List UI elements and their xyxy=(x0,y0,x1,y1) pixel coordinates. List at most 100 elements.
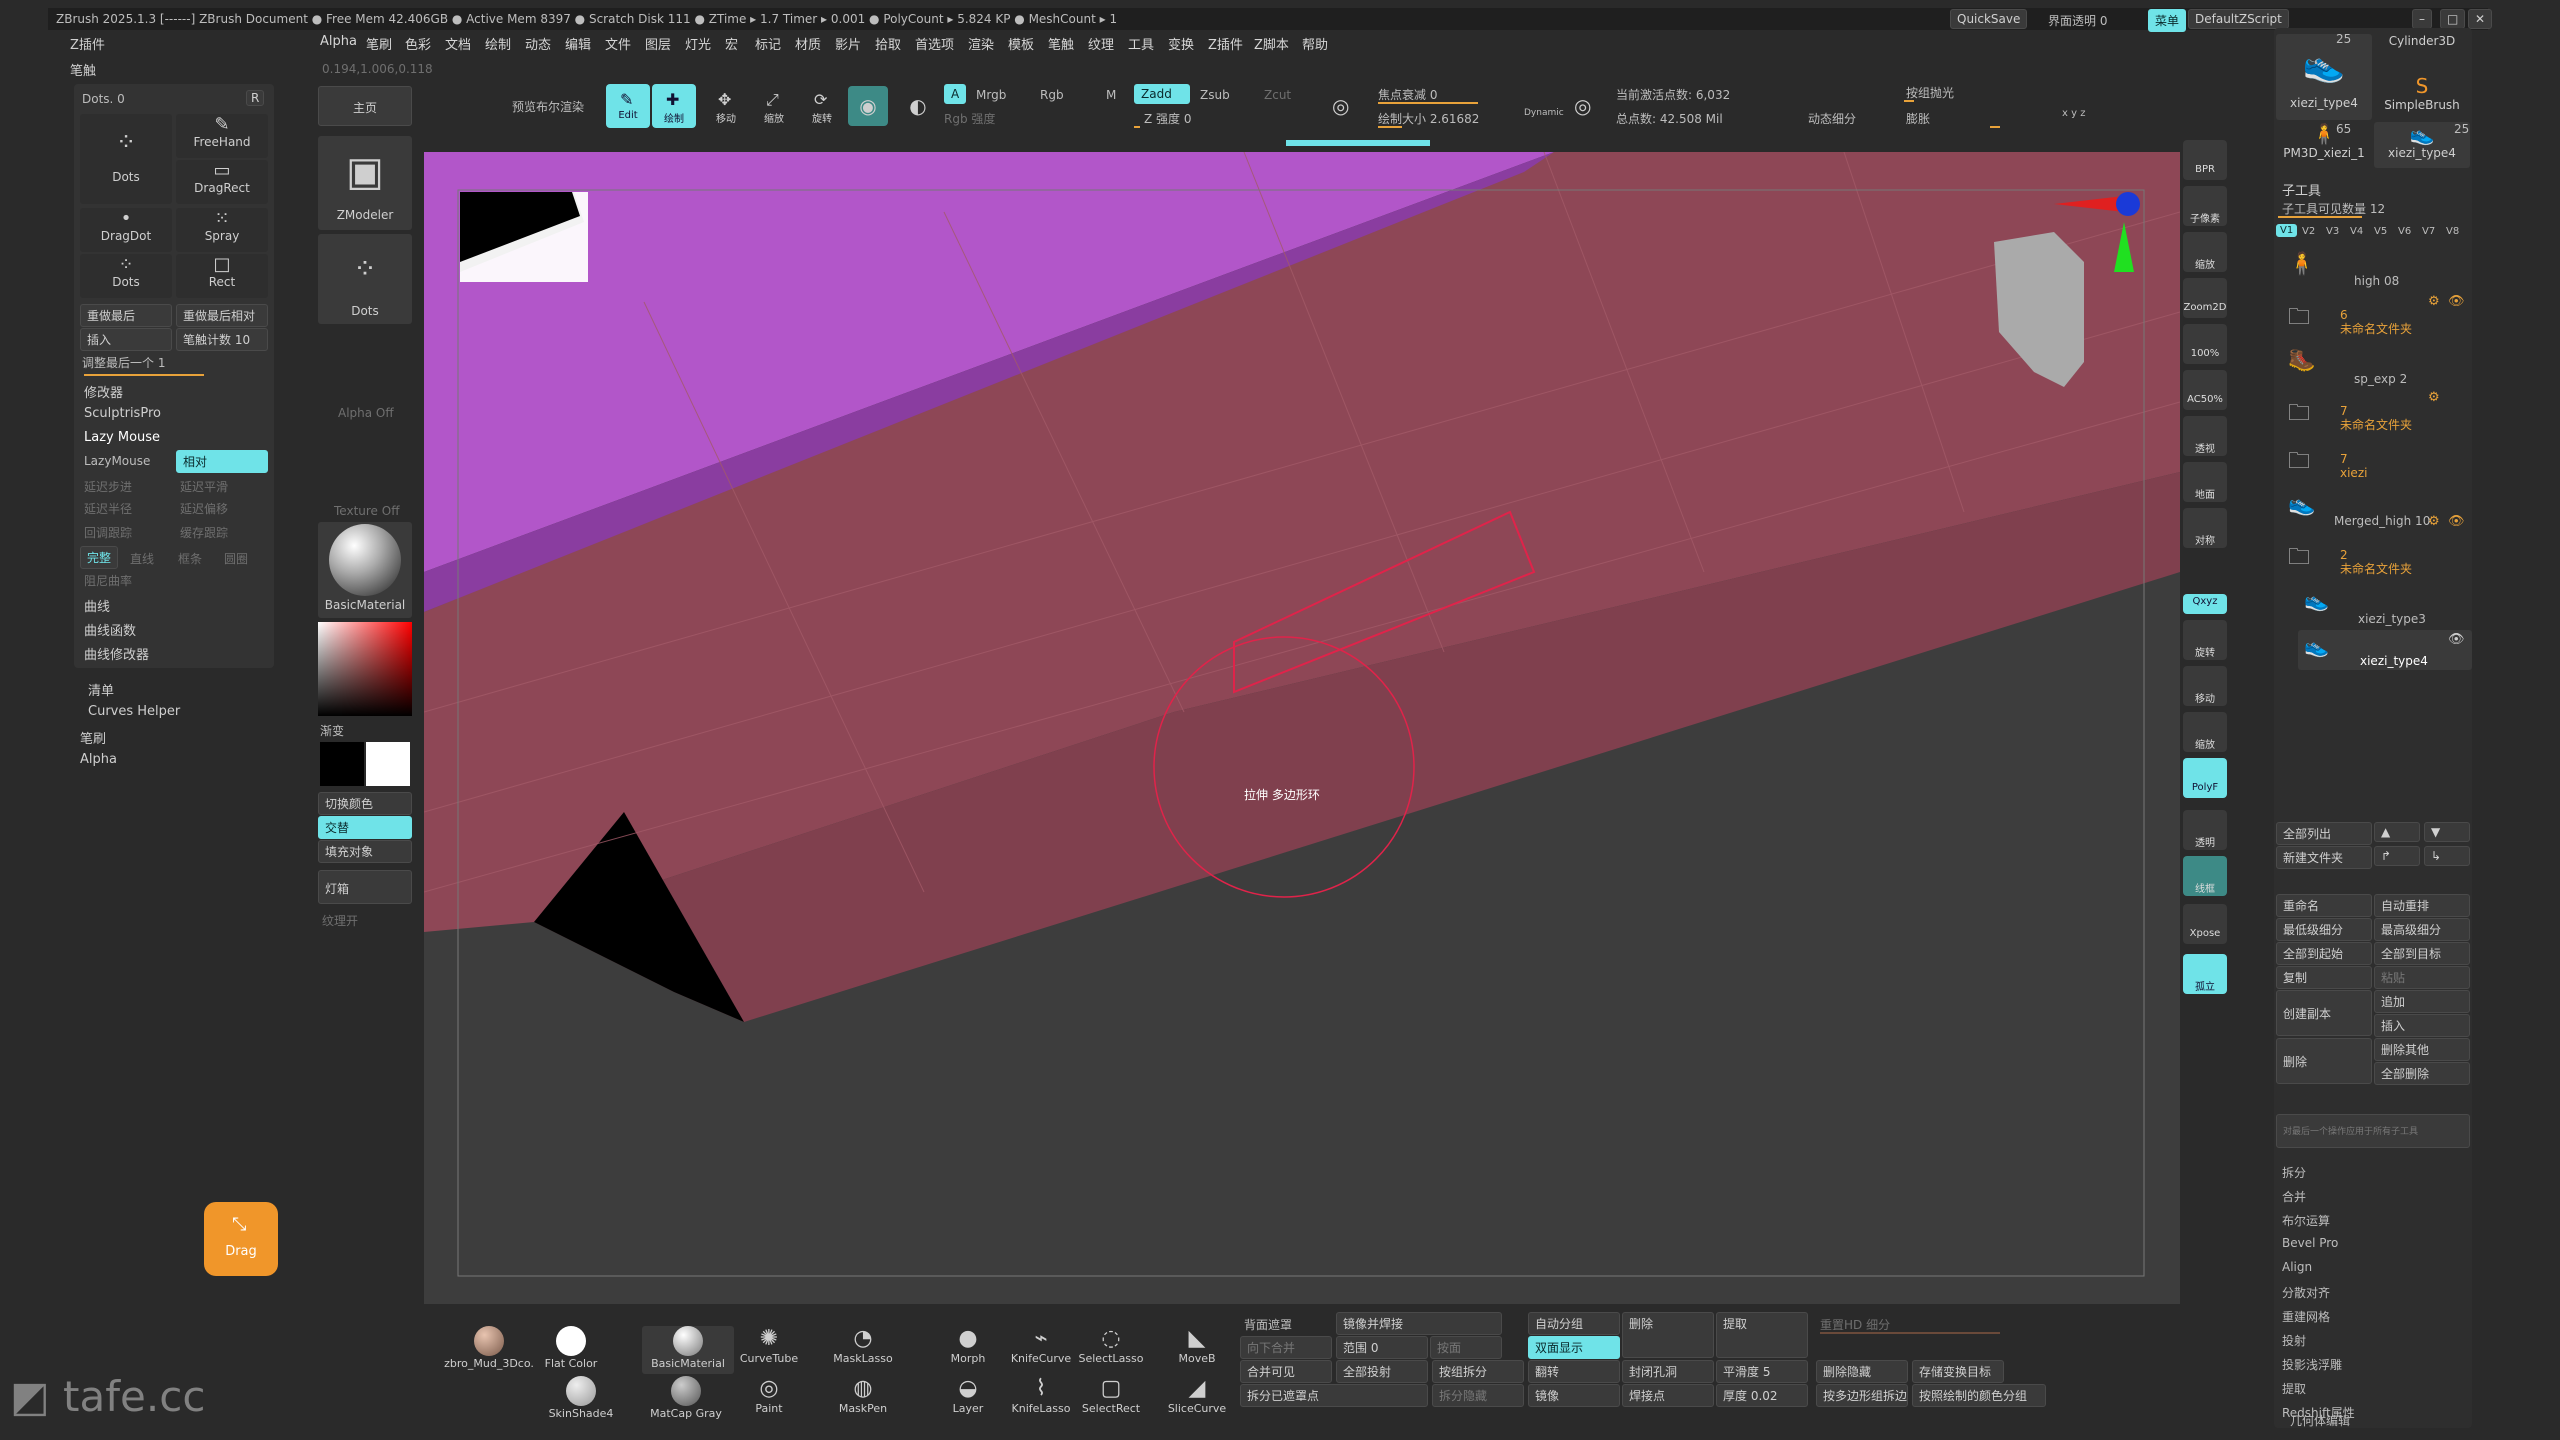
delete-all-button[interactable]: 全部删除 xyxy=(2374,1062,2470,1085)
boolean-section[interactable]: 布尔运算 xyxy=(2282,1212,2330,1229)
auto-reorder-button[interactable]: 自动重排 xyxy=(2374,894,2470,917)
stroke-dots2-tile[interactable]: ⁘ Dots xyxy=(80,254,172,298)
mrgb-button[interactable]: Mrgb xyxy=(976,88,1006,102)
curve-modifiers-section[interactable]: 曲线修改器 xyxy=(84,644,149,663)
split-masked-button[interactable]: 拆分已遮罩点 xyxy=(1240,1384,1428,1407)
menu-macro[interactable]: 宏 xyxy=(725,34,738,53)
lazymouse-toggle[interactable]: LazyMouse xyxy=(84,454,150,468)
lazy-smooth-slider[interactable]: 延迟平滑 xyxy=(180,478,228,495)
stroke-header[interactable]: 笔触 xyxy=(70,60,96,79)
rgb-button[interactable]: Rgb xyxy=(1040,88,1064,102)
mirror-weld-button[interactable]: 镜像并焊接 xyxy=(1336,1312,1502,1335)
drag-button[interactable]: ⤡ Drag xyxy=(204,1202,278,1276)
version-tab-v2[interactable]: V2 xyxy=(2302,226,2315,237)
polish-by-group-slider[interactable]: 按组抛光 xyxy=(1906,84,1954,101)
inventory-item[interactable]: 清单 xyxy=(88,680,114,699)
shelf-brush-layer[interactable]: ◒ Layer xyxy=(938,1376,998,1424)
menu-stroke[interactable]: 笔触 xyxy=(1048,34,1074,53)
apply-all-subtools-button[interactable]: 对最后一个操作应用于所有子工具 xyxy=(2276,1114,2470,1148)
menu-alpha[interactable]: Alpha xyxy=(320,34,357,49)
shelf-material-mud[interactable]: zbro_Mud_3Dco. xyxy=(444,1326,534,1374)
merge-down-button[interactable]: 向下合并 xyxy=(1240,1336,1332,1359)
menu-draw[interactable]: 绘制 xyxy=(485,34,511,53)
scale-mode-button[interactable]: ⤢ 缩放 xyxy=(752,84,796,128)
menu-picker[interactable]: 拾取 xyxy=(875,34,901,53)
stroke-dots-tile[interactable]: ⁘ Dots xyxy=(80,114,172,204)
tool-thumb-cylinder[interactable]: Cylinder3D xyxy=(2374,34,2470,74)
polyframe-button[interactable]: PolyF xyxy=(2183,758,2227,798)
weld-points-button[interactable]: 焊接点 xyxy=(1622,1384,1714,1407)
rgb-intensity-slider[interactable]: Rgb 强度 xyxy=(944,110,995,127)
lazy-mouse-section[interactable]: Lazy Mouse xyxy=(84,430,160,445)
append-button[interactable]: 追加 xyxy=(2374,990,2470,1013)
color-picker[interactable] xyxy=(318,622,412,716)
project-section[interactable]: 投射 xyxy=(2282,1332,2306,1349)
home-button[interactable]: 主页 xyxy=(318,86,412,126)
secondary-color-swatch[interactable] xyxy=(320,742,364,786)
extract-section[interactable]: 提取 xyxy=(2282,1380,2306,1397)
menu-movie-dynamics[interactable]: 动态 xyxy=(525,34,551,53)
menu-file[interactable]: 文件 xyxy=(605,34,631,53)
menu-document[interactable]: 文档 xyxy=(445,34,471,53)
merge-visible-button[interactable]: 合并可见 xyxy=(1240,1360,1332,1383)
shelf-material-matcap[interactable]: MatCap Gray xyxy=(640,1376,732,1424)
store-morph-target-button[interactable]: 存储变换目标 xyxy=(1912,1360,2004,1383)
switch-color-button[interactable]: 切换颜色 xyxy=(318,792,412,815)
primary-color-swatch[interactable] xyxy=(366,742,410,786)
all-to-target-button[interactable]: 全部到目标 xyxy=(2374,942,2470,965)
shelf-material-flat[interactable]: Flat Color xyxy=(534,1326,608,1374)
zplugin-header[interactable]: Z插件 xyxy=(70,34,105,53)
stroke-dots-selector[interactable]: ⁘ Dots xyxy=(318,234,412,324)
new-folder-button[interactable]: 新建文件夹 xyxy=(2276,846,2372,869)
double-sided-button[interactable]: 双面显示 xyxy=(1528,1336,1620,1359)
shelf-brush-masklasso[interactable]: ◔ MaskLasso xyxy=(828,1326,898,1374)
subtool-item-selected[interactable]: 👟 xiezi_type4 👁 xyxy=(2298,630,2472,670)
version-tab-v8[interactable]: V8 xyxy=(2446,226,2459,237)
replay-last-button[interactable]: 重做最后 xyxy=(80,304,172,327)
gear-icon[interactable]: ⚙ xyxy=(2428,294,2440,309)
preview-boolean-render[interactable]: 预览布尔渲染 xyxy=(512,98,584,115)
alternate-button[interactable]: 交替 xyxy=(318,816,412,839)
menu-movie[interactable]: 影片 xyxy=(835,34,861,53)
shelf-brush-moveb[interactable]: ◣ MoveB xyxy=(1164,1326,1230,1374)
brush-header[interactable]: 笔刷 xyxy=(80,728,106,747)
subpixel-button[interactable]: 子像素 xyxy=(2183,186,2227,226)
groups-split-button[interactable]: 按组拆分 xyxy=(1432,1360,1524,1383)
project-all-button[interactable]: 全部投射 xyxy=(1336,1360,1428,1383)
actual-size-button[interactable]: 100% xyxy=(2183,324,2227,364)
merge-section[interactable]: 合并 xyxy=(2282,1188,2306,1205)
visible-count-slider[interactable]: 子工具可见数量 12 xyxy=(2282,200,2385,217)
shelf-brush-knifelasso[interactable]: ⌇ KnifeLasso xyxy=(1008,1376,1074,1424)
subtool-item[interactable]: 👟 Merged_high 10 ⚙ 👁 xyxy=(2274,486,2472,532)
tool-thumb-active[interactable]: 👟 xiezi_type4 xyxy=(2276,34,2372,120)
cache-track-button[interactable]: 缓存跟踪 xyxy=(180,524,228,541)
quicksave-button[interactable]: QuickSave xyxy=(1950,9,2028,29)
subtool-item[interactable]: 👟 xiezi_type3 xyxy=(2274,582,2472,628)
menu-marker[interactable]: 标记 xyxy=(755,34,781,53)
gear-icon[interactable]: ⚙ xyxy=(2428,514,2440,529)
menu-texture[interactable]: 纹理 xyxy=(1088,34,1114,53)
menu-light[interactable]: 灯光 xyxy=(685,34,711,53)
wireframe-button[interactable]: 线框 xyxy=(2183,856,2227,896)
curves-helper-item[interactable]: Curves Helper xyxy=(88,704,180,719)
fill-object-button[interactable]: 填充对象 xyxy=(318,840,412,863)
adjust-last-slider[interactable]: 调整最后一个 1 xyxy=(82,354,165,371)
project-bas-relief-section[interactable]: 投影浅浮雕 xyxy=(2282,1356,2342,1373)
menu-brush[interactable]: 笔刷 xyxy=(366,34,392,53)
curve-section[interactable]: 曲线 xyxy=(84,596,110,615)
curve-tab-line[interactable]: 直线 xyxy=(130,550,154,567)
shelf-brush-morph[interactable]: ● Morph xyxy=(938,1326,998,1374)
half-size-button[interactable]: AC50% xyxy=(2183,370,2227,410)
eye-icon[interactable]: 👁 xyxy=(2448,632,2465,647)
sculptris-pro-section[interactable]: SculptrisPro xyxy=(84,406,161,421)
stroke-dragdot-tile[interactable]: • DragDot xyxy=(80,208,172,252)
window-maximize-button[interactable]: □ xyxy=(2440,9,2466,29)
draw-mode-button[interactable]: ✚ 绘制 xyxy=(652,84,696,128)
zoom-button[interactable]: 缩放 xyxy=(2183,232,2227,272)
shelf-brush-curvetube[interactable]: ✺ CurveTube xyxy=(734,1326,804,1374)
subtool-folder[interactable]: 🗀 6 未命名文件夹 ⚙ 👁 xyxy=(2274,294,2472,340)
version-tab-v4[interactable]: V4 xyxy=(2350,226,2363,237)
zadd-button[interactable]: Zadd xyxy=(1134,84,1190,104)
auto-groups-button[interactable]: 自动分组 xyxy=(1528,1312,1620,1335)
damping-curve-slider[interactable]: 阻尼曲率 xyxy=(84,572,132,589)
